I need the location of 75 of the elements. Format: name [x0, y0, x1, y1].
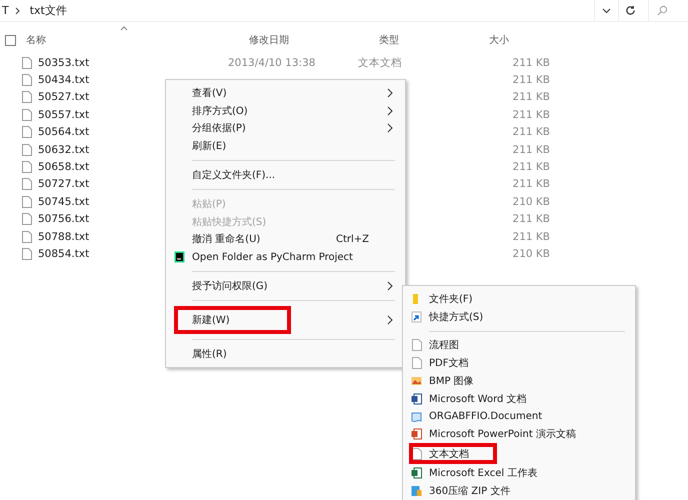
file-icon — [22, 161, 32, 174]
modified-date: 2013/4/10 13:38 — [228, 56, 316, 69]
chevron-right-icon — [387, 123, 393, 134]
chevron-right-icon — [387, 106, 393, 116]
menu-item[interactable]: 新建(W) — [166, 306, 405, 334]
file-icon — [22, 91, 32, 104]
select-all-checkbox[interactable] — [5, 34, 16, 46]
file-size: 211 KB — [512, 74, 550, 86]
chevron-down-icon — [602, 8, 611, 14]
column-header[interactable]: 名称 — [26, 33, 249, 47]
file-type: 文本文档 — [358, 56, 402, 69]
file-size: 211 KB — [512, 213, 550, 226]
menu-item[interactable]: 刷新(E) — [166, 137, 405, 156]
sort-caret-icon — [120, 26, 128, 31]
chevron-right-icon — [387, 314, 393, 325]
chevron-right-icon — [387, 281, 393, 292]
menu-item[interactable]: 自定义文件夹(F)... — [166, 166, 405, 184]
menu-item[interactable]: Open Folder as PyCharm Project — [166, 248, 405, 266]
file-size: 210 KB — [512, 196, 550, 208]
breadcrumb[interactable]: txt文件 — [30, 3, 67, 18]
document-icon — [410, 410, 422, 423]
file-icon — [22, 196, 32, 208]
column-header[interactable]: 类型 — [379, 33, 489, 47]
file-size: 211 KB — [512, 144, 550, 156]
file-icon — [22, 178, 32, 190]
file-size: 210 KB — [512, 248, 550, 260]
file-size: 211 KB — [512, 108, 550, 121]
chevron-right-icon — [387, 88, 393, 98]
search-icon — [657, 5, 668, 16]
menu-item[interactable]: 撤消 重命名(U) Ctrl+Z — [166, 230, 405, 248]
menu-item[interactable]: 文件夹(F) — [403, 290, 635, 308]
file-size: 211 KB — [512, 56, 550, 69]
file-icon — [22, 230, 32, 243]
file-size: 211 KB — [512, 91, 550, 104]
image-file-icon — [410, 375, 422, 388]
file-icon — [22, 108, 32, 121]
excel-icon — [410, 467, 422, 480]
menu-item[interactable]: BMP 图像 — [403, 372, 635, 390]
menu-item[interactable]: 查看(V) — [166, 84, 405, 102]
menu-item[interactable]: 分组依据(P) — [166, 120, 405, 138]
file-icon — [22, 74, 32, 86]
column-header[interactable]: 修改日期 — [249, 33, 379, 47]
menu-item[interactable]: 快捷方式(S) — [403, 308, 635, 326]
column-header[interactable]: 大小 — [489, 33, 549, 47]
menu-item[interactable]: Microsoft PowerPoint 演示文稿 — [403, 426, 635, 444]
menu-item[interactable]: 文本文档 — [403, 443, 635, 464]
powerpoint-icon — [410, 428, 422, 440]
file-size: 211 KB — [512, 161, 550, 174]
file-icon — [22, 144, 32, 156]
menu-item[interactable]: PDF文档 — [403, 354, 635, 372]
menu-item[interactable]: 属性(R) — [166, 344, 405, 363]
refresh-icon — [625, 5, 636, 16]
pycharm-icon — [174, 251, 184, 264]
file-size: 211 KB — [512, 126, 550, 138]
file-size: 211 KB — [512, 178, 550, 190]
file-icon — [22, 56, 32, 69]
file-icon — [410, 357, 422, 370]
file-size: 211 KB — [512, 230, 550, 243]
menu-item[interactable]: Microsoft Word 文档 — [403, 390, 635, 408]
file-name[interactable]: 50353.txt — [38, 56, 228, 69]
archive-icon — [410, 485, 422, 498]
menu-item[interactable]: ORGABFFIO.Document — [403, 408, 635, 426]
menu-item[interactable]: 排序方式(O) — [166, 102, 405, 120]
file-icon — [22, 213, 32, 226]
menu-item[interactable]: Microsoft Excel 工作表 — [403, 464, 635, 482]
menu-item[interactable]: 流程图 — [403, 336, 635, 354]
chevron-right-icon — [14, 6, 20, 14]
menu-item[interactable]: 授予访问权限(G) — [166, 277, 405, 295]
word-document-icon — [410, 392, 422, 405]
breadcrumb[interactable]: T — [2, 4, 9, 17]
file-icon — [410, 448, 422, 460]
file-icon — [22, 126, 32, 138]
file-icon — [22, 248, 32, 260]
file-icon — [410, 339, 422, 352]
menu-item[interactable]: 360压缩 ZIP 文件 — [403, 482, 635, 500]
